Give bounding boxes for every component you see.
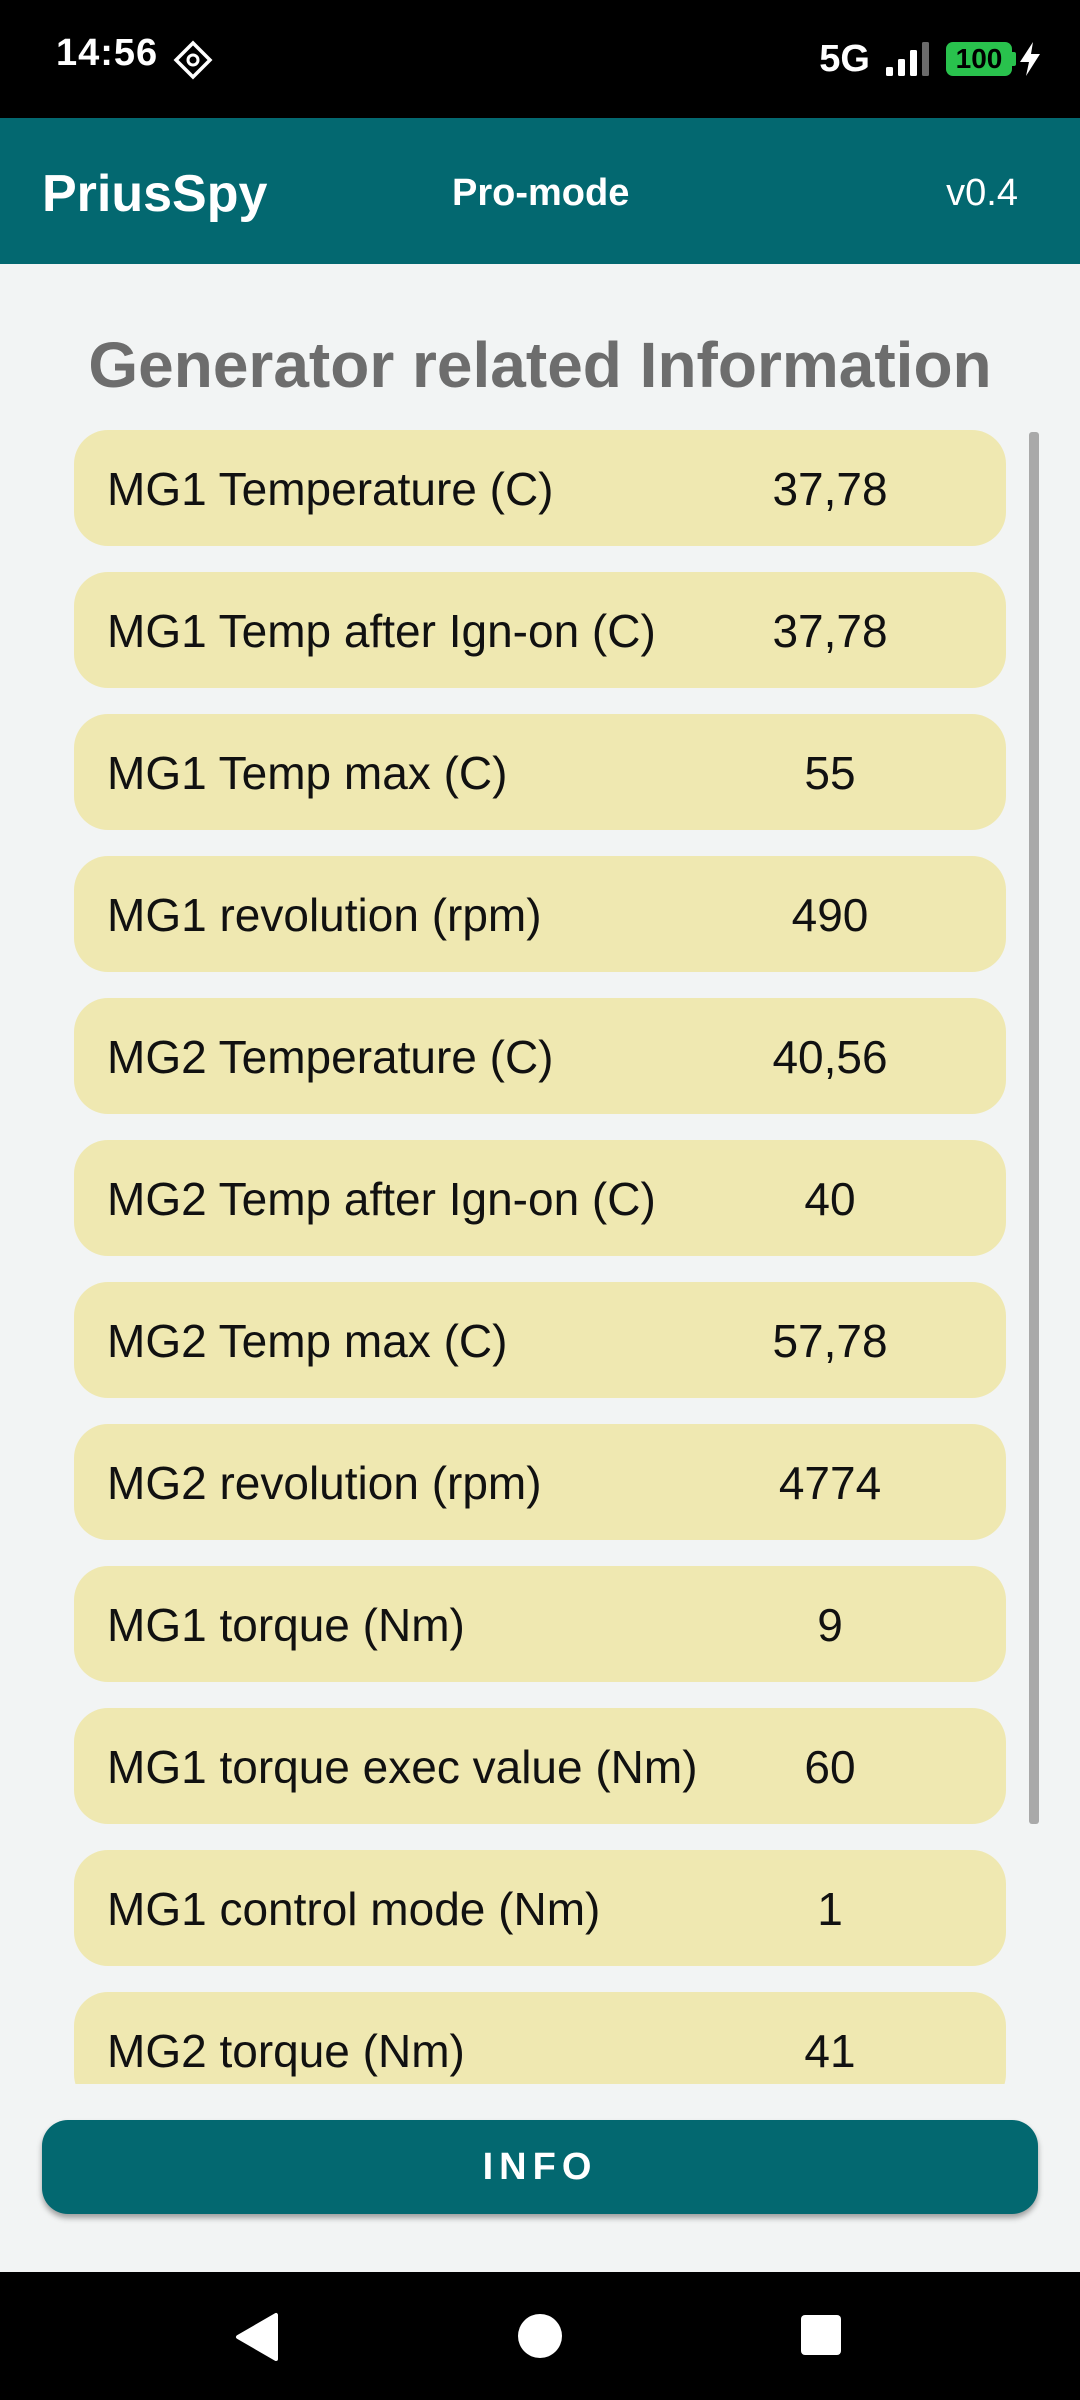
battery-cap xyxy=(1012,52,1016,66)
row-label: MG1 Temperature (C) xyxy=(107,463,554,515)
battery-icon: 100 xyxy=(946,42,1012,76)
list-item: MG1 torque (Nm) 9 xyxy=(74,1566,1006,1682)
page-title: Generator related Information xyxy=(88,329,992,401)
row-value: 490 xyxy=(791,889,869,941)
row-value: 37,78 xyxy=(772,605,888,657)
list-item: MG2 Temp after Ign-on (C) 40 xyxy=(74,1140,1006,1256)
back-icon[interactable] xyxy=(234,2312,282,2362)
charging-bolt-icon xyxy=(1020,42,1040,76)
list-item: MG1 control mode (Nm) 1 xyxy=(74,1850,1006,1966)
app-screen: 14:56 5G 100 PriusSpy Pro-mode v0.4 Gene… xyxy=(0,0,1080,2400)
row-value: 57,78 xyxy=(772,1315,888,1367)
list-item: MG2 Temperature (C) 40,56 xyxy=(74,998,1006,1114)
row-label: MG2 torque (Nm) xyxy=(107,2025,465,2077)
row-value: 4774 xyxy=(778,1457,882,1509)
list-item: MG1 revolution (rpm) 490 xyxy=(74,856,1006,972)
row-value: 9 xyxy=(817,1599,843,1651)
signal-icon xyxy=(886,42,929,76)
list-item: MG1 Temp after Ign-on (C) 37,78 xyxy=(74,572,1006,688)
navigation-bar xyxy=(0,2272,1080,2400)
row-label: MG1 Temp after Ign-on (C) xyxy=(107,605,656,657)
version-label: v0.4 xyxy=(946,172,1018,214)
row-value: 37,78 xyxy=(772,463,888,515)
home-icon[interactable] xyxy=(516,2312,564,2360)
info-button[interactable]: INFO xyxy=(42,2120,1038,2214)
status-indicators: 5G 100 xyxy=(819,34,1042,84)
list-item: MG1 Temp max (C) 55 xyxy=(74,714,1006,830)
row-label: MG1 Temp max (C) xyxy=(107,747,508,799)
battery-level: 100 xyxy=(955,43,1003,74)
row-value: 40,56 xyxy=(772,1031,888,1083)
mode-label[interactable]: Pro-mode xyxy=(452,172,629,215)
list-item: MG1 Temperature (C) 37,78 xyxy=(74,430,1006,546)
status-time: 14:56 xyxy=(56,32,159,74)
list-item: MG2 revolution (rpm) 4774 xyxy=(74,1424,1006,1540)
list-item: MG1 torque exec value (Nm) 60 xyxy=(74,1708,1006,1824)
row-label: MG1 torque exec value (Nm) xyxy=(107,1741,698,1793)
row-label: MG2 revolution (rpm) xyxy=(107,1457,542,1509)
row-label: MG1 control mode (Nm) xyxy=(107,1883,601,1935)
settings-diamond-icon xyxy=(173,40,213,80)
app-bar: PriusSpy Pro-mode v0.4 xyxy=(0,118,1080,264)
row-label: MG2 Temp max (C) xyxy=(107,1315,508,1367)
row-value: 60 xyxy=(804,1741,856,1793)
app-title: PriusSpy xyxy=(42,165,268,223)
row-label: MG2 Temperature (C) xyxy=(107,1031,554,1083)
row-value: 55 xyxy=(804,747,856,799)
list-item: MG2 torque (Nm) 41 xyxy=(74,1992,1006,2084)
list-scrollbar[interactable] xyxy=(1029,432,1039,1824)
row-label: MG1 torque (Nm) xyxy=(107,1599,465,1651)
list-item: MG2 Temp max (C) 57,78 xyxy=(74,1282,1006,1398)
row-label: MG2 Temp after Ign-on (C) xyxy=(107,1173,656,1225)
recents-icon[interactable] xyxy=(800,2314,842,2356)
info-list[interactable]: MG1 Temperature (C) 37,78 MG1 Temp after… xyxy=(74,430,1006,2084)
network-type: 5G xyxy=(819,37,870,80)
row-label: MG1 revolution (rpm) xyxy=(107,889,542,941)
status-bar: 14:56 5G 100 xyxy=(0,0,1080,118)
row-value: 40 xyxy=(804,1173,856,1225)
row-value: 1 xyxy=(817,1883,843,1935)
row-value: 41 xyxy=(804,2025,856,2077)
